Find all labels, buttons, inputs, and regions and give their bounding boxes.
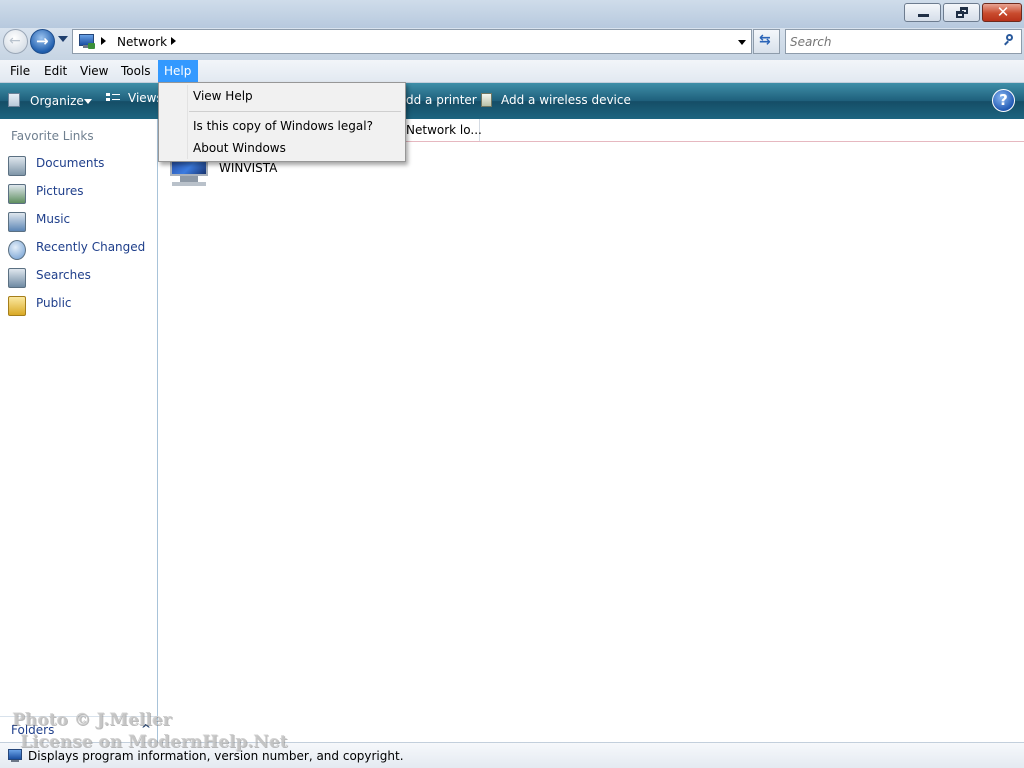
forward-button[interactable]: → xyxy=(30,29,55,54)
menu-tools[interactable]: Tools xyxy=(115,60,157,83)
pictures-icon xyxy=(8,184,26,204)
close-button[interactable]: ✕ xyxy=(982,3,1022,22)
sidebar-item-label: Music xyxy=(36,212,71,226)
watermark-line-1: Photo © J.Meller xyxy=(12,710,172,730)
public-folder-icon xyxy=(8,296,26,316)
searches-icon xyxy=(8,268,26,288)
restore-button[interactable] xyxy=(943,3,980,22)
forward-arrow-icon: → xyxy=(36,32,49,50)
menu-view[interactable]: View xyxy=(74,60,114,83)
views-label: Views xyxy=(128,91,158,105)
computer-name: WINVISTA xyxy=(219,161,278,175)
organize-label: Organize xyxy=(30,94,84,108)
sidebar-item-documents[interactable]: Documents xyxy=(8,152,148,178)
views-button[interactable]: Views xyxy=(106,90,158,108)
recently-changed-icon xyxy=(8,240,26,260)
menu-gutter xyxy=(187,85,188,159)
documents-icon xyxy=(8,156,26,176)
column-header-network-location[interactable]: Network lo... xyxy=(404,119,482,141)
sidebar-item-label: Documents xyxy=(36,156,105,170)
help-icon: ? xyxy=(999,91,1008,109)
title-bar xyxy=(0,0,1024,28)
refresh-icon: ⇆ xyxy=(759,32,771,48)
menu-item-about-windows[interactable]: About Windows xyxy=(193,141,286,155)
watermark-line-2: License on ModernHelp.Net xyxy=(20,732,288,752)
breadcrumb-separator-icon[interactable] xyxy=(171,37,176,45)
menu-item-view-help[interactable]: View Help xyxy=(193,89,253,103)
column-header-label: Network lo... xyxy=(406,123,482,137)
minimize-icon xyxy=(918,14,929,17)
sidebar-item-public[interactable]: Public xyxy=(8,292,148,318)
watermark: Photo © J.Meller License on ModernHelp.N… xyxy=(12,709,312,759)
back-button[interactable]: ← xyxy=(3,29,28,54)
address-bar[interactable]: Network xyxy=(72,29,752,54)
add-wireless-device-label: Add a wireless device xyxy=(501,93,631,107)
sidebar-item-pictures[interactable]: Pictures xyxy=(8,180,148,206)
search-input[interactable] xyxy=(788,32,1002,52)
sidebar-item-label: Searches xyxy=(36,268,91,282)
help-button[interactable]: ? xyxy=(992,89,1015,112)
favorite-links-heading: Favorite Links xyxy=(11,129,94,143)
recent-pages-dropdown-icon[interactable] xyxy=(58,36,68,42)
search-box[interactable] xyxy=(785,29,1022,54)
views-icon xyxy=(106,93,120,105)
organize-dropdown-icon xyxy=(84,99,92,104)
sidebar-item-label: Recently Changed xyxy=(36,240,146,254)
sidebar-item-recently-changed[interactable]: Recently Changed xyxy=(8,236,148,262)
music-icon xyxy=(8,212,26,232)
menu-help[interactable]: Help xyxy=(158,60,198,83)
network-location-icon xyxy=(77,32,97,51)
sidebar-item-label: Pictures xyxy=(36,184,84,198)
search-icon[interactable] xyxy=(1003,34,1015,46)
organize-icon xyxy=(8,93,20,107)
breadcrumb-network[interactable]: Network xyxy=(117,35,167,49)
help-dropdown-menu: View Help Is this copy of Windows legal?… xyxy=(158,82,406,162)
menu-edit[interactable]: Edit xyxy=(38,60,73,83)
breadcrumb-separator-icon[interactable] xyxy=(101,37,106,45)
sidebar-item-music[interactable]: Music xyxy=(8,208,148,234)
wireless-device-icon xyxy=(481,93,492,107)
minimize-button[interactable] xyxy=(904,3,941,22)
restore-icon xyxy=(956,7,968,18)
sidebar-item-label: Public xyxy=(36,296,72,310)
close-icon: ✕ xyxy=(996,3,1010,21)
menu-item-windows-legal[interactable]: Is this copy of Windows legal? xyxy=(193,119,373,133)
refresh-button[interactable]: ⇆ xyxy=(753,29,780,54)
back-arrow-icon: ← xyxy=(9,33,21,49)
menu-separator xyxy=(189,111,401,112)
sidebar-item-searches[interactable]: Searches xyxy=(8,264,148,290)
address-dropdown-icon[interactable] xyxy=(738,40,746,45)
add-printer-button[interactable]: dd a printer xyxy=(406,92,477,108)
menu-file[interactable]: File xyxy=(4,60,36,83)
